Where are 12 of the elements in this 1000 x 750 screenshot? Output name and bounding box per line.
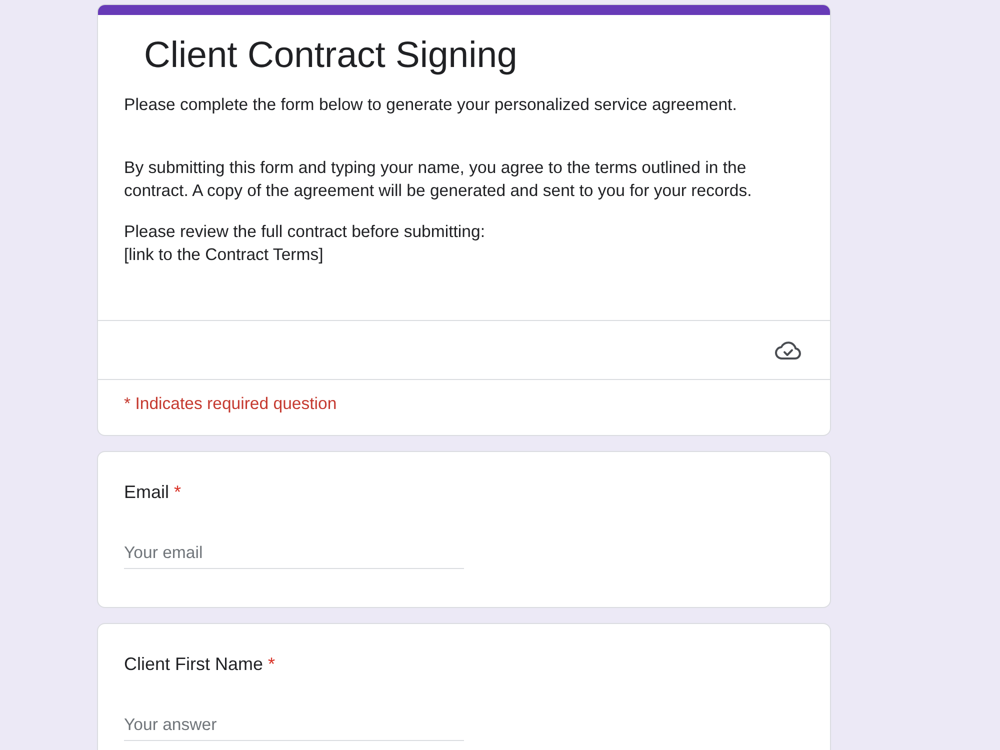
required-note: * Indicates required question: [123, 393, 338, 415]
form-title: Client Contract Signing: [144, 35, 518, 75]
answer-field[interactable]: Your email: [124, 537, 464, 569]
question-label: Email: [124, 481, 170, 503]
question-label: Client First Name: [124, 653, 264, 675]
required-asterisk: *: [174, 481, 182, 503]
cloud-check-icon: [775, 340, 801, 360]
description-text: Please complete the form below to generate your personalized service agreement.: [124, 94, 738, 116]
required-asterisk: *: [268, 653, 276, 675]
description-text: By submitting this form and typing your name, you agree to the terms outlined in the contract. A copy of the agreement will be generated and sent to you for your records.: [124, 157, 753, 202]
answer-field[interactable]: Your answer: [124, 709, 464, 741]
description-text: Please review the full contract before submitting: [link to the Contract Terms]: [124, 221, 486, 266]
